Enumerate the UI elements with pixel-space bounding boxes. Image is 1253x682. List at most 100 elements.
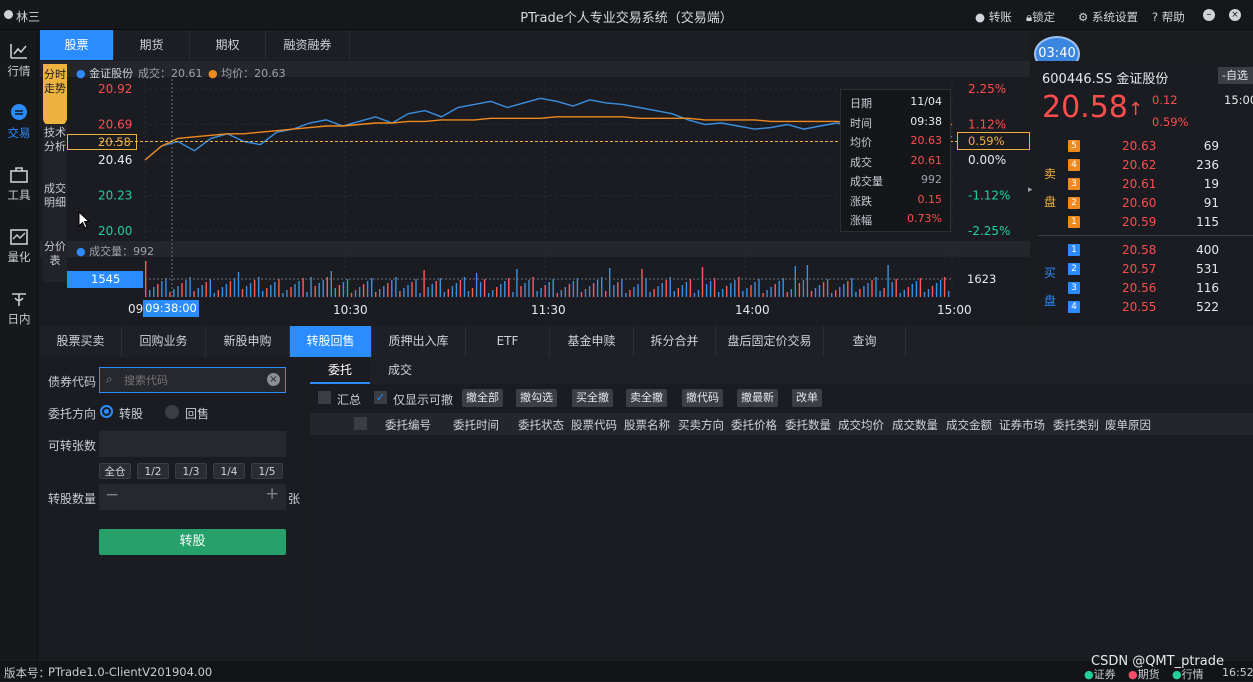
volume-bar — [532, 277, 534, 297]
ask-volume: 115 — [1196, 215, 1219, 229]
column-header[interactable]: 成交均价 — [838, 417, 884, 433]
column-header[interactable]: 股票代码 — [571, 417, 617, 433]
volume-bar — [306, 292, 308, 297]
sidebar-item-trade[interactable]: 交易 — [0, 94, 38, 150]
trade-function-tabs: 股票买卖 回购业务 新股申购 转股回售 质押出入库 ETF 基金申赎 拆分合并 盘后固定价交易查… — [40, 326, 1253, 357]
sidebar-item-quant[interactable]: 量化 — [0, 220, 38, 276]
settings-button[interactable]: ⚙ 系统设置 — [1078, 9, 1138, 25]
column-header[interactable]: 成交金额 — [946, 417, 992, 433]
fraction-button[interactable]: 1/4 — [213, 463, 245, 479]
tab-6[interactable]: 基金申赎 — [550, 326, 634, 357]
radio-convert-label[interactable]: 转股 — [119, 405, 143, 422]
column-header[interactable]: 买卖方向 — [678, 417, 724, 433]
column-header[interactable]: 委托价格 — [731, 417, 777, 433]
column-header[interactable]: 委托状态 — [518, 417, 564, 433]
only-cancelable-checkbox[interactable]: ✓ — [374, 391, 387, 404]
volume-bar — [237, 272, 240, 297]
column-header[interactable]: 委托数量 — [785, 417, 831, 433]
bid-row[interactable]: 3 20.56 116 — [1034, 279, 1253, 298]
tab-9[interactable]: 查询 — [824, 326, 906, 357]
tab-entrusts[interactable]: 委托 — [310, 357, 370, 384]
tab-technical[interactable]: 技术分析 — [43, 124, 67, 180]
order-action-button[interactable]: 买全撤 — [572, 389, 613, 407]
tab-price-distribution[interactable]: 分价表 — [43, 236, 67, 282]
transfer-button[interactable]: ● 转账 — [975, 9, 1012, 25]
sidebar-item-market[interactable]: 行情 — [0, 34, 38, 90]
column-header[interactable]: 成交数量 — [892, 417, 938, 433]
order-action-button[interactable]: 撤代码 — [682, 389, 723, 407]
volume-bar — [330, 271, 332, 297]
radio-sellback-label[interactable]: 回售 — [185, 405, 209, 422]
expand-arrow-icon[interactable]: ▸ — [1028, 185, 1033, 195]
order-action-button[interactable]: 撤全部 — [462, 389, 503, 407]
qty-stepper[interactable]: − + — [99, 484, 286, 510]
tab-3[interactable]: 转股回售 — [290, 326, 372, 357]
tab-2[interactable]: 新股申购 — [206, 326, 290, 357]
ask-row[interactable]: 5 20.63 69 — [1034, 137, 1253, 156]
fraction-button[interactable]: 1/5 — [251, 463, 283, 479]
tab-options[interactable]: 期权 — [190, 30, 266, 60]
clear-icon[interactable]: × — [267, 373, 280, 386]
bid-level-badge: 1 — [1068, 244, 1080, 256]
sidebar-item-intraday[interactable]: 日内 — [0, 282, 38, 338]
volume-bar — [879, 291, 881, 297]
ask-row[interactable]: 1 20.59 115 — [1034, 213, 1253, 232]
column-header[interactable]: 委托类别 — [1053, 417, 1099, 433]
column-header[interactable]: 委托编号 — [385, 417, 431, 433]
order-action-button[interactable]: 撤勾选 — [516, 389, 557, 407]
tab-fills[interactable]: 成交 — [370, 357, 430, 384]
bid-row[interactable]: 2 20.57 531 — [1034, 260, 1253, 279]
column-header[interactable]: 委托时间 — [453, 417, 499, 433]
tab-0[interactable]: 股票买卖 — [40, 326, 122, 357]
tab-trade-detail[interactable]: 成交明细 — [43, 178, 67, 238]
select-all-checkbox[interactable] — [354, 417, 367, 430]
tab-8[interactable]: 盘后固定价交易 — [716, 326, 824, 357]
crosshair-volume-box: 1545 — [67, 271, 143, 288]
tab-1[interactable]: 回购业务 — [122, 326, 206, 357]
radio-sellback[interactable] — [165, 405, 179, 419]
order-action-button[interactable]: 改单 — [792, 389, 822, 407]
summary-label[interactable]: 汇总 — [337, 391, 361, 408]
order-action-button[interactable]: 撤最新 — [737, 389, 778, 407]
plus-icon[interactable]: + — [265, 484, 279, 504]
fraction-button[interactable]: 1/3 — [175, 463, 207, 479]
tab-intraday-trend[interactable]: 分时走势 — [43, 64, 67, 126]
tab-margin[interactable]: 融资融券 — [266, 30, 350, 60]
volume-bar — [927, 289, 930, 297]
bond-code-field[interactable] — [124, 371, 264, 389]
x-tick-label: 15:00 — [937, 303, 972, 317]
minimize-icon[interactable]: – — [1203, 9, 1215, 21]
summary-checkbox[interactable] — [318, 391, 331, 404]
tab-futures[interactable]: 期货 — [114, 30, 190, 60]
radio-convert[interactable] — [100, 405, 113, 418]
bid-row[interactable]: 1 20.58 400 — [1034, 241, 1253, 260]
volume-bar — [415, 279, 417, 297]
column-header[interactable]: 废单原因 — [1105, 417, 1151, 433]
close-icon[interactable]: × — [1229, 9, 1241, 21]
ask-row[interactable]: 2 20.60 91 — [1034, 194, 1253, 213]
bid-row[interactable]: 4 20.55 522 — [1034, 298, 1253, 317]
ask-row[interactable]: 3 20.61 19 — [1034, 175, 1253, 194]
volume-bar — [177, 286, 179, 297]
fraction-button[interactable]: 1/2 — [137, 463, 169, 479]
help-button[interactable]: ? 帮助 — [1152, 9, 1185, 25]
bond-code-input[interactable]: ⌕ × — [99, 367, 286, 393]
ask-row[interactable]: 4 20.62 236 — [1034, 156, 1253, 175]
lock-button[interactable]: 🔒︎锁定 — [1026, 9, 1055, 25]
order-action-button[interactable]: 卖全撤 — [626, 389, 667, 407]
sidebar-item-tools[interactable]: 工具 — [0, 158, 38, 214]
tab-5[interactable]: ETF — [466, 326, 550, 357]
fraction-buttons: 全仓 1/2 1/3 1/4 1/5 — [99, 463, 289, 479]
column-header[interactable]: 股票名称 — [624, 417, 670, 433]
fraction-button[interactable]: 全仓 — [99, 463, 131, 479]
column-header[interactable]: 证券市场 — [999, 417, 1045, 433]
minus-icon[interactable]: − — [105, 485, 119, 505]
volume-bar — [657, 286, 659, 297]
convert-submit-button[interactable]: 转股 — [99, 529, 286, 555]
tab-7[interactable]: 拆分合并 — [634, 326, 716, 357]
only-cancelable-label[interactable]: 仅显示可撤 — [393, 391, 453, 408]
tab-4[interactable]: 质押出入库 — [372, 326, 466, 357]
tab-stock[interactable]: 股票 — [40, 30, 114, 60]
volume-bar — [209, 279, 211, 297]
add-watchlist-button[interactable]: -自选 — [1218, 67, 1253, 84]
